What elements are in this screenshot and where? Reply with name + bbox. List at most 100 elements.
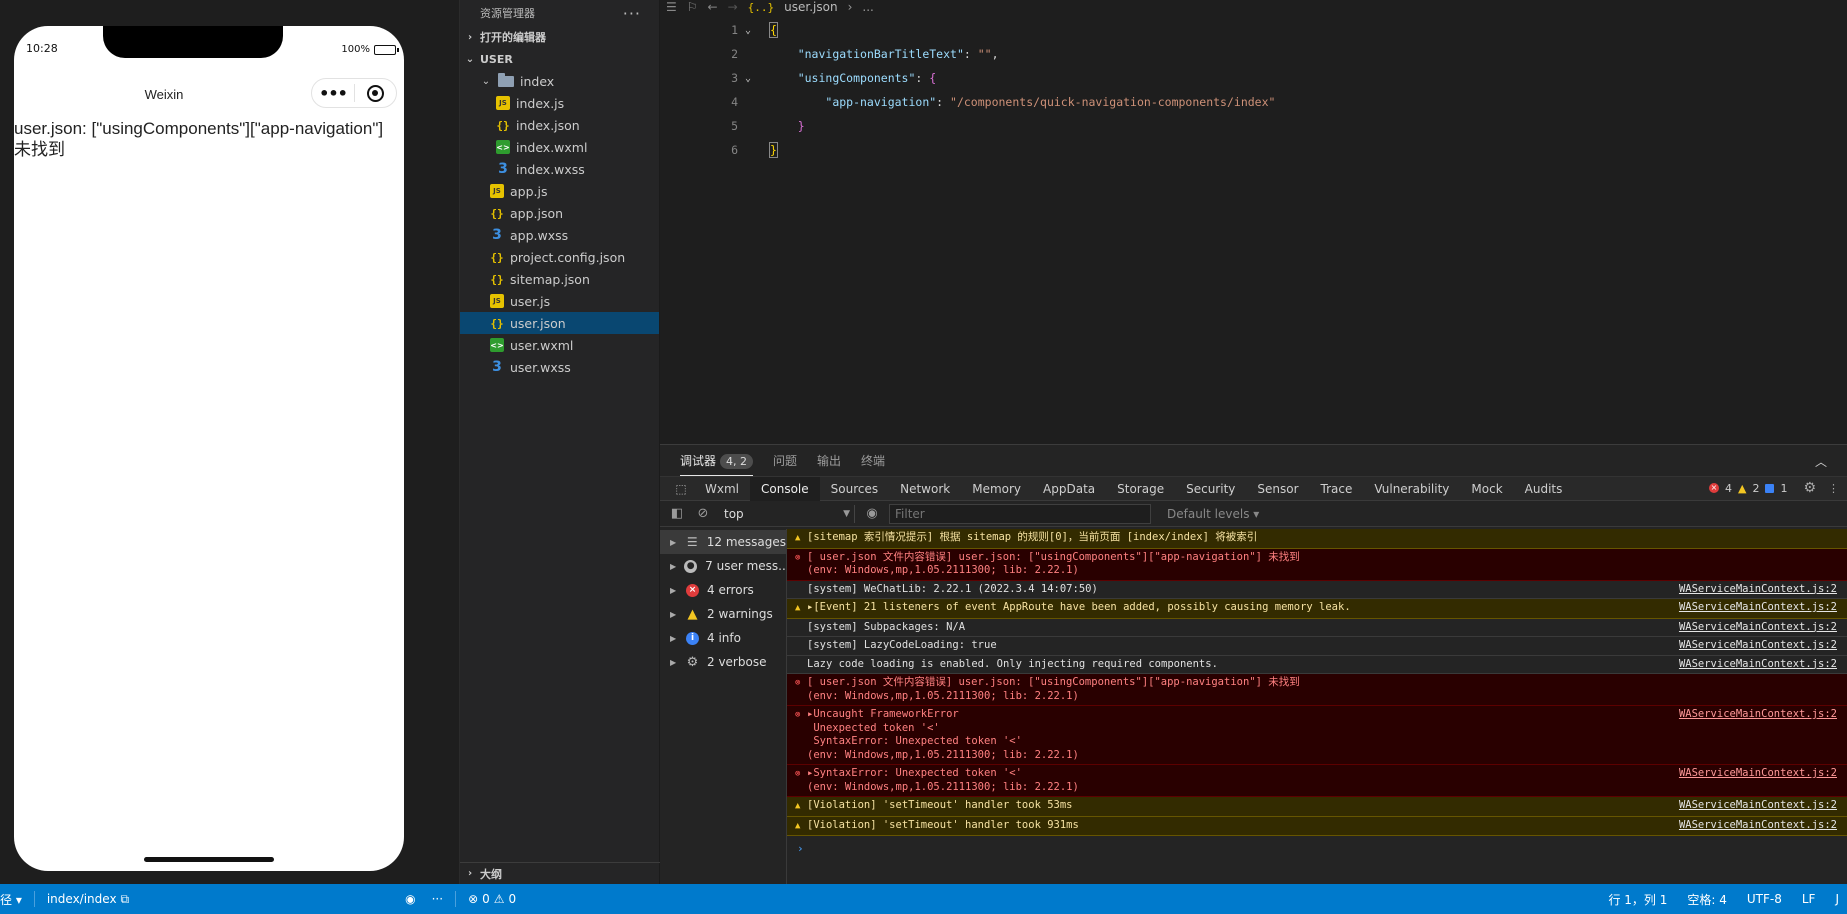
end-of-line[interactable]: LF (1794, 892, 1824, 906)
devtools-tab-trace[interactable]: Trace (1310, 477, 1364, 501)
console-filter-verbose[interactable]: ▶ ⚙ 2 verbose (660, 650, 786, 674)
kebab-menu-icon[interactable]: ⋮ (1828, 482, 1839, 495)
more-actions-icon[interactable]: ··· (623, 4, 641, 23)
folder-index[interactable]: ⌄ index (460, 70, 659, 92)
code-editor[interactable]: ☰ ⚐ ← → {..} user.json › ... 1 ⌄{ 2 "navi… (660, 0, 1847, 444)
file-item[interactable]: JS index.js (460, 92, 659, 114)
console-filter-user[interactable]: ▶ ● 7 user mess... (660, 554, 786, 578)
file-item[interactable]: 3 app.wxss (460, 224, 659, 246)
inspect-icon[interactable]: ⬚ (668, 482, 694, 496)
console-prompt[interactable]: › (787, 836, 1847, 861)
file-item[interactable]: {} user.json (460, 312, 659, 334)
code-line[interactable]: 4 "app-navigation": "/components/quick-n… (660, 90, 1847, 114)
console-source-link[interactable]: WAServiceMainContext.js:2 (1679, 583, 1837, 597)
more-icon[interactable]: ··· (424, 892, 451, 906)
file-item[interactable]: {} project.config.json (460, 246, 659, 268)
console-source-link[interactable]: WAServiceMainContext.js:2 (1679, 708, 1837, 762)
console-source-link[interactable]: WAServiceMainContext.js:2 (1679, 601, 1837, 616)
console-filter-error[interactable]: ▶ × 4 errors (660, 578, 786, 602)
more-icon[interactable]: ••• (312, 84, 354, 103)
console-message[interactable]: Lazy code loading is enabled. Only injec… (787, 656, 1847, 674)
list-icon[interactable]: ☰ (666, 0, 677, 14)
devtools-counters[interactable]: × 4 ▲ 2 1 ⚙ ⋮ (1708, 480, 1839, 496)
breadcrumb-file[interactable]: user.json (784, 0, 837, 14)
tab-output[interactable]: 输出 (817, 452, 841, 469)
code-line[interactable]: 2 "navigationBarTitleText": "", (660, 42, 1847, 66)
back-arrow-icon[interactable]: ← (708, 0, 718, 14)
code-line[interactable]: 6} (660, 138, 1847, 162)
console-message[interactable]: [system] Subpackages: N/A WAServiceMainCo… (787, 619, 1847, 637)
console-message[interactable]: ⊗ [ user.json 文件内容错误] user.json: ["usingC… (787, 674, 1847, 706)
tab-terminal[interactable]: 终端 (861, 452, 885, 469)
console-message[interactable]: ⊗ ▸Uncaught FrameworkError Unexpected tok… (787, 706, 1847, 765)
console-filter-list[interactable]: ▶ ☰ 12 messages (660, 530, 786, 554)
encoding[interactable]: UTF-8 (1739, 892, 1790, 906)
context-select[interactable]: top ▼ (720, 504, 855, 523)
code-line[interactable]: 5 } (660, 114, 1847, 138)
console-filter-warning[interactable]: ▶ ▲ 2 warnings (660, 602, 786, 626)
code-line[interactable]: 1 ⌄ { (660, 18, 1847, 42)
file-item[interactable]: JS app.js (460, 180, 659, 202)
devtools-tab-vulnerability[interactable]: Vulnerability (1363, 477, 1460, 501)
filter-input[interactable] (889, 503, 1151, 524)
devtools-tab-audits[interactable]: Audits (1514, 477, 1574, 501)
problems-indicator[interactable]: ⊗ 0 ⚠ 0 (460, 892, 524, 906)
language-mode[interactable]: J (1827, 892, 1847, 906)
devtools-tab-wxml[interactable]: Wxml (694, 477, 750, 501)
gear-icon[interactable]: ⚙ (1803, 480, 1816, 496)
file-item[interactable]: JS user.js (460, 290, 659, 312)
devtools-tab-memory[interactable]: Memory (961, 477, 1032, 501)
console-source-link[interactable]: WAServiceMainContext.js:2 (1679, 621, 1837, 635)
devtools-tab-sensor[interactable]: Sensor (1246, 477, 1309, 501)
console-message[interactable]: ⊗ ▸SyntaxError: Unexpected token '<' (env… (787, 765, 1847, 797)
file-item[interactable]: {} sitemap.json (460, 268, 659, 290)
file-item[interactable]: {} index.json (460, 114, 659, 136)
console-source-link[interactable]: WAServiceMainContext.js:2 (1679, 767, 1837, 794)
devtools-tab-appdata[interactable]: AppData (1032, 477, 1106, 501)
breadcrumb-more[interactable]: ... (862, 0, 873, 14)
console-messages[interactable]: ▲ [sitemap 索引情况提示] 根据 sitemap 的规则[0]，当前页面… (787, 529, 1847, 884)
close-miniprogram-button[interactable] (355, 84, 396, 102)
file-item[interactable]: 3 index.wxss (460, 158, 659, 180)
eye-icon[interactable]: ◉ (863, 506, 881, 521)
workspace-section[interactable]: ⌄ USER (460, 48, 659, 70)
file-item[interactable]: {} app.json (460, 202, 659, 224)
page-path[interactable]: index/index ⧉ (39, 892, 137, 907)
page-path-label[interactable]: 径 ▾ (0, 891, 30, 908)
devtools-tab-storage[interactable]: Storage (1106, 477, 1175, 501)
fold-icon[interactable]: ⌄ (738, 73, 758, 84)
tab-problems[interactable]: 问题 (773, 452, 797, 469)
open-editors-section[interactable]: › 打开的编辑器 (460, 26, 659, 48)
console-source-link[interactable]: WAServiceMainContext.js:2 (1679, 799, 1837, 814)
console-source-link[interactable]: WAServiceMainContext.js:2 (1679, 658, 1837, 672)
copy-icon[interactable]: ⧉ (121, 892, 130, 907)
tab-debugger[interactable]: 调试器 4, 2 (680, 452, 754, 476)
console-filter-info[interactable]: ▶ i 4 info (660, 626, 786, 650)
clear-console-icon[interactable]: ⊘ (694, 506, 712, 521)
bookmark-icon[interactable]: ⚐ (687, 0, 698, 14)
devtools-tab-security[interactable]: Security (1175, 477, 1246, 501)
console-message[interactable]: ⊗ [ user.json 文件内容错误] user.json: ["usingC… (787, 548, 1847, 581)
indentation[interactable]: 空格: 4 (1679, 891, 1735, 908)
console-message[interactable]: [system] LazyCodeLoading: true WAServiceM… (787, 637, 1847, 656)
console-message[interactable]: ▲ ▸[Event] 21 listeners of event AppRoute… (787, 599, 1847, 619)
devtools-tab-console[interactable]: Console (750, 476, 820, 501)
devtools-tab-mock[interactable]: Mock (1460, 477, 1513, 501)
console-source-link[interactable]: WAServiceMainContext.js:2 (1679, 819, 1837, 834)
cursor-position[interactable]: 行 1，列 1 (1600, 891, 1675, 908)
outline-section[interactable]: › 大纲 (460, 862, 660, 884)
code-line[interactable]: 3 ⌄ "usingComponents": { (660, 66, 1847, 90)
forward-arrow-icon[interactable]: → (728, 0, 738, 14)
console-source-link[interactable]: WAServiceMainContext.js:2 (1679, 639, 1837, 653)
code-lines[interactable]: 1 ⌄{ 2 "navigationBarTitleText": "", 3 ⌄ "… (660, 18, 1847, 162)
devtools-tab-sources[interactable]: Sources (820, 477, 889, 501)
file-item[interactable]: 3 user.wxss (460, 356, 659, 378)
sidebar-toggle-icon[interactable]: ◧ (668, 506, 686, 521)
fold-icon[interactable]: ⌄ (738, 25, 758, 36)
levels-dropdown[interactable]: Default levels ▾ (1167, 507, 1259, 521)
preview-eye-icon[interactable]: ◉ (397, 892, 423, 906)
file-item[interactable]: <> user.wxml (460, 334, 659, 356)
console-message[interactable]: ▲ [Violation] 'setTimeout' handler took 9… (787, 816, 1847, 836)
file-item[interactable]: <> index.wxml (460, 136, 659, 158)
console-message[interactable]: [system] WeChatLib: 2.22.1 (2022.3.4 14:… (787, 581, 1847, 599)
